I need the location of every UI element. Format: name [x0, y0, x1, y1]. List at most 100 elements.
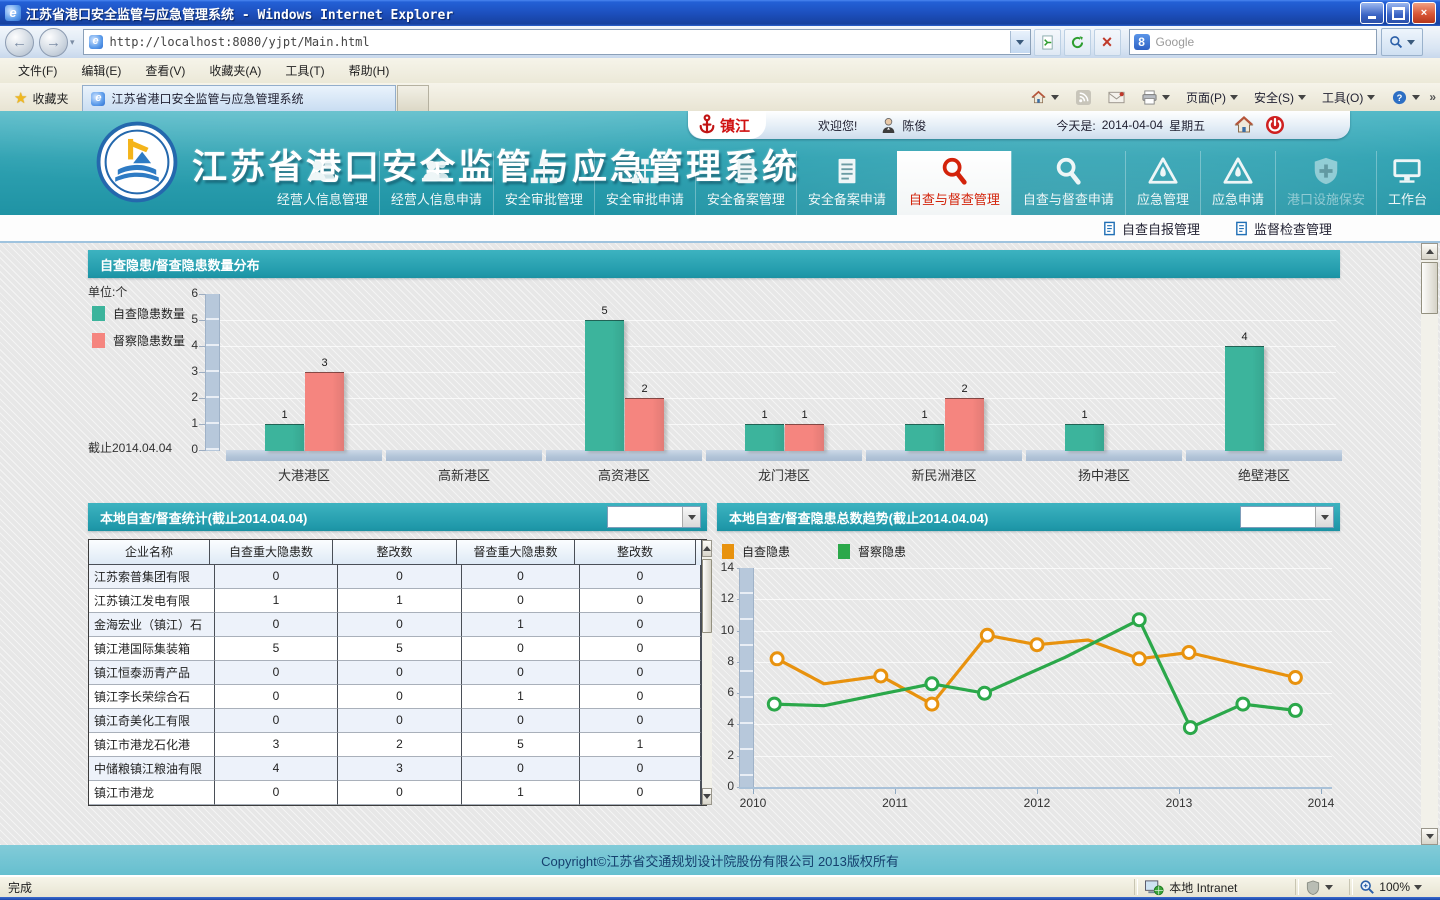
subnav-item-label: 自查自报管理 [1122, 219, 1200, 238]
url-box: e [83, 29, 1031, 55]
refresh-button[interactable] [1064, 29, 1091, 56]
new-tab-button[interactable] [397, 85, 429, 111]
home-icon[interactable] [1233, 115, 1255, 135]
trend-data-point [1133, 653, 1145, 665]
trend-data-point [1031, 639, 1043, 651]
mail-button[interactable] [1101, 85, 1132, 109]
nav-item[interactable]: 安全备案申请 [796, 151, 897, 215]
trend-x-tick-label: 2013 [1149, 796, 1209, 812]
security-zone-label: 本地 Intranet [1169, 879, 1289, 896]
nav-item-label: 自查与督查管理 [909, 189, 1000, 208]
page-scroll-down-button[interactable] [1421, 828, 1438, 845]
page-scrollbar[interactable] [1421, 243, 1438, 845]
search-options-icon[interactable] [1407, 40, 1415, 45]
region-name: 镇江 [720, 115, 750, 136]
user-name: 陈俊 [902, 117, 926, 134]
nav-item[interactable]: 经营人信息申请 [379, 151, 493, 215]
minimize-icon [1368, 16, 1376, 19]
forward-button[interactable]: → [39, 28, 68, 57]
favorites-button[interactable]: ★ 收藏夹 [4, 86, 78, 110]
protected-mode-dropdown-icon[interactable] [1325, 885, 1333, 890]
app-header: 江苏省港口安全监管与应急管理系统 镇江 欢迎您! 陈俊 [0, 111, 1440, 215]
search-input[interactable] [1154, 34, 1376, 50]
nav-item-label: 工作台 [1388, 189, 1427, 208]
menu-item[interactable]: 查看(V) [133, 59, 197, 82]
nav-item[interactable]: 应急管理 [1125, 151, 1200, 215]
menu-item[interactable]: 编辑(E) [69, 59, 133, 82]
page-scroll-up-button[interactable] [1421, 243, 1438, 260]
trend-x-tick-label: 2012 [1007, 796, 1067, 812]
menu-item[interactable]: 帮助(H) [337, 59, 402, 82]
overflow-chevron-icon[interactable]: » [1429, 90, 1436, 104]
magnifier-icon [939, 156, 969, 186]
nav-item[interactable]: 自查与督查申请 [1011, 151, 1125, 215]
nav-item-label: 经营人信息管理 [277, 189, 368, 208]
nav-item[interactable]: 安全备案管理 [695, 151, 796, 215]
stop-button[interactable]: × [1094, 29, 1121, 56]
trend-data-point [1183, 647, 1195, 659]
zoom-level-label[interactable]: 100% [1379, 880, 1410, 894]
nav-item[interactable]: 应急申请 [1200, 151, 1275, 215]
main-nav: 经营人信息管理经营人信息申请安全审批管理安全审批申请安全备案管理安全备案申请 自查… [266, 151, 1438, 215]
home-button[interactable] [1023, 85, 1066, 109]
logout-power-icon[interactable] [1265, 115, 1285, 135]
nav-item[interactable]: 安全审批申请 [594, 151, 695, 215]
browser-tab[interactable]: e 江苏省港口安全监管与应急管理系统 [82, 85, 396, 111]
zoom-icon [1359, 879, 1375, 895]
shield-icon [1311, 156, 1341, 186]
protected-mode-icon[interactable] [1305, 880, 1321, 895]
status-bar: 完成 本地 Intranet 100% [0, 875, 1440, 898]
subnav-item[interactable]: 监督检查管理 [1234, 219, 1332, 238]
nav-item[interactable]: 港口设施保安 [1275, 151, 1376, 215]
report-icon [1234, 221, 1249, 236]
trend-data-point [1289, 672, 1301, 684]
nav-item[interactable]: 安全审批管理 [493, 151, 594, 215]
tools-menu-button[interactable]: 工具(O) [1315, 85, 1382, 109]
page-content: 自查隐患/督查隐患数量分布 单位:个 自查隐患数量督察隐患数量 截止2014.0… [0, 243, 1440, 845]
people-icon [421, 156, 451, 186]
menu-item[interactable]: 收藏夹(A) [197, 59, 273, 82]
welcome-label: 欢迎您! [818, 117, 857, 134]
status-text: 完成 [8, 879, 32, 896]
subnav-item[interactable]: 自查自报管理 [1102, 219, 1200, 238]
compatibility-view-button[interactable] [1034, 29, 1061, 56]
back-button[interactable]: ← [5, 28, 34, 57]
zoom-dropdown-icon[interactable] [1414, 885, 1422, 890]
nav-item[interactable]: 自查与督查管理 [897, 151, 1011, 215]
page-scroll-thumb[interactable] [1421, 262, 1438, 314]
nav-item[interactable]: 工作台 [1376, 151, 1438, 215]
orgchart-icon [630, 156, 660, 186]
warning-icon [1148, 156, 1178, 186]
favorites-label: 收藏夹 [32, 90, 68, 107]
close-button[interactable]: × [1412, 2, 1436, 24]
sub-nav: 自查自报管理 监督检查管理 [0, 215, 1440, 243]
maximize-icon [1392, 7, 1405, 20]
trend-x-tick-label: 2010 [723, 796, 783, 812]
minimize-button[interactable] [1360, 2, 1384, 24]
help-button[interactable]: ? [1384, 85, 1427, 109]
nav-item-label: 安全备案申请 [808, 189, 886, 208]
port-logo [96, 121, 178, 203]
page-menu-button[interactable]: 页面(P) [1179, 85, 1245, 109]
url-input[interactable] [108, 31, 1010, 53]
today-date: 2014-04-04 [1102, 118, 1163, 132]
history-dropdown-icon[interactable]: ▾ [70, 37, 75, 48]
intranet-zone-icon [1144, 879, 1164, 896]
menu-item[interactable]: 文件(F) [6, 59, 69, 82]
trend-data-point [979, 687, 991, 699]
search-button[interactable] [1381, 28, 1423, 56]
trend-data-point [771, 653, 783, 665]
url-dropdown-button[interactable] [1010, 31, 1030, 53]
page-scroll-track[interactable] [1421, 260, 1438, 828]
trend-x-tick-label: 2014 [1291, 796, 1351, 812]
address-bar: ← → ▾ e × 8 [0, 26, 1440, 59]
print-button[interactable] [1134, 85, 1177, 109]
tab-favicon: e [91, 92, 105, 106]
today-label: 今天是: [1056, 117, 1095, 134]
window-title: 江苏省港口安全监管与应急管理系统 - Windows Internet Expl… [26, 4, 453, 23]
feeds-button[interactable] [1068, 85, 1099, 109]
safety-menu-button[interactable]: 安全(S) [1247, 85, 1313, 109]
menu-item[interactable]: 工具(T) [273, 59, 336, 82]
maximize-button[interactable] [1386, 2, 1410, 24]
nav-item[interactable]: 经营人信息管理 [266, 151, 379, 215]
